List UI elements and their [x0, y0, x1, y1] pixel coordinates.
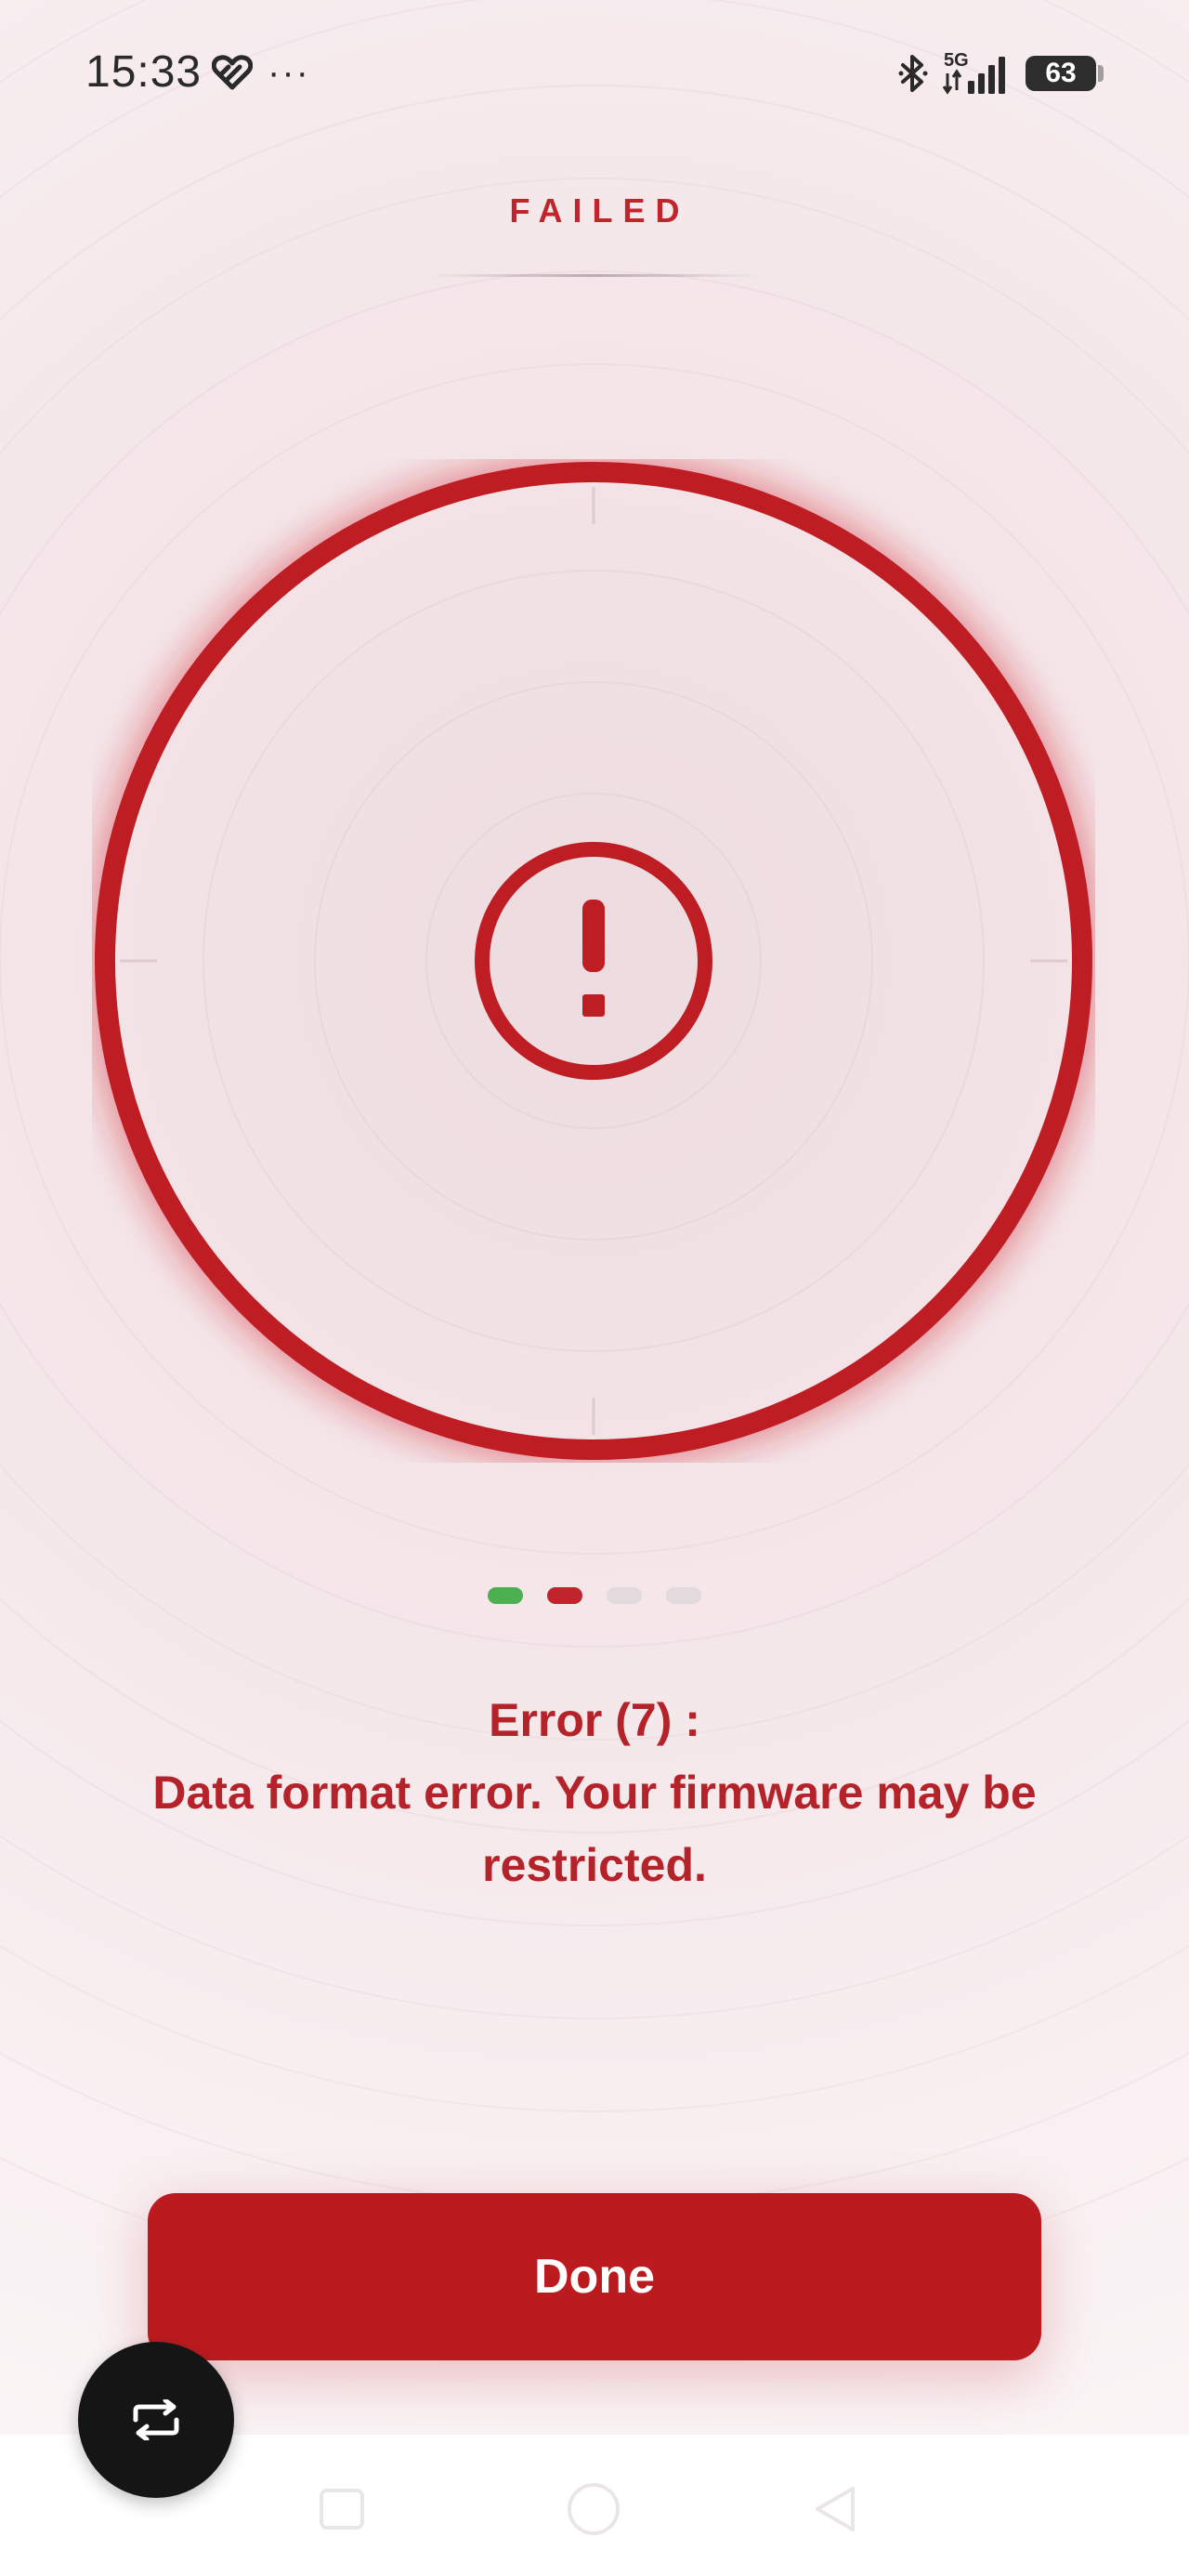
signal-icon: 5G [942, 50, 1005, 95]
error-status-ring [92, 459, 1095, 1463]
page-title: FAILED [509, 191, 690, 230]
status-bar: 15:33 ··· 5G 63 [0, 0, 1189, 149]
battery-level: 63 [1045, 58, 1077, 88]
progress-dot-4 [666, 1587, 701, 1604]
done-button[interactable]: Done [148, 2193, 1041, 2360]
nav-recents-icon[interactable] [316, 2487, 368, 2531]
nav-back-icon[interactable] [810, 2483, 862, 2535]
error-description-line-1: Data format error. Your firmware may be [152, 1767, 1037, 1819]
progress-indicator [0, 1587, 1189, 1604]
repeat-icon [133, 2399, 179, 2440]
error-description-line-2: restricted. [482, 1839, 707, 1891]
progress-dot-2 [547, 1587, 582, 1604]
battery-icon: 63 [1026, 56, 1104, 91]
header-divider [427, 274, 762, 277]
floating-repeat-button[interactable] [78, 2342, 234, 2498]
nav-home-icon[interactable] [560, 2481, 627, 2537]
progress-dot-1 [488, 1587, 523, 1604]
bluetooth-icon [898, 55, 928, 92]
health-icon [212, 55, 253, 90]
error-code: Error (7) : [489, 1694, 700, 1746]
status-icons: 5G 63 [897, 48, 1104, 99]
status-time: 15:33 [85, 47, 203, 97]
error-message: Error (7) : Data format error. Your firm… [74, 1684, 1115, 1901]
progress-dot-3 [607, 1587, 642, 1604]
more-icon: ··· [268, 52, 310, 93]
network-type-label: 5G [944, 50, 969, 71]
